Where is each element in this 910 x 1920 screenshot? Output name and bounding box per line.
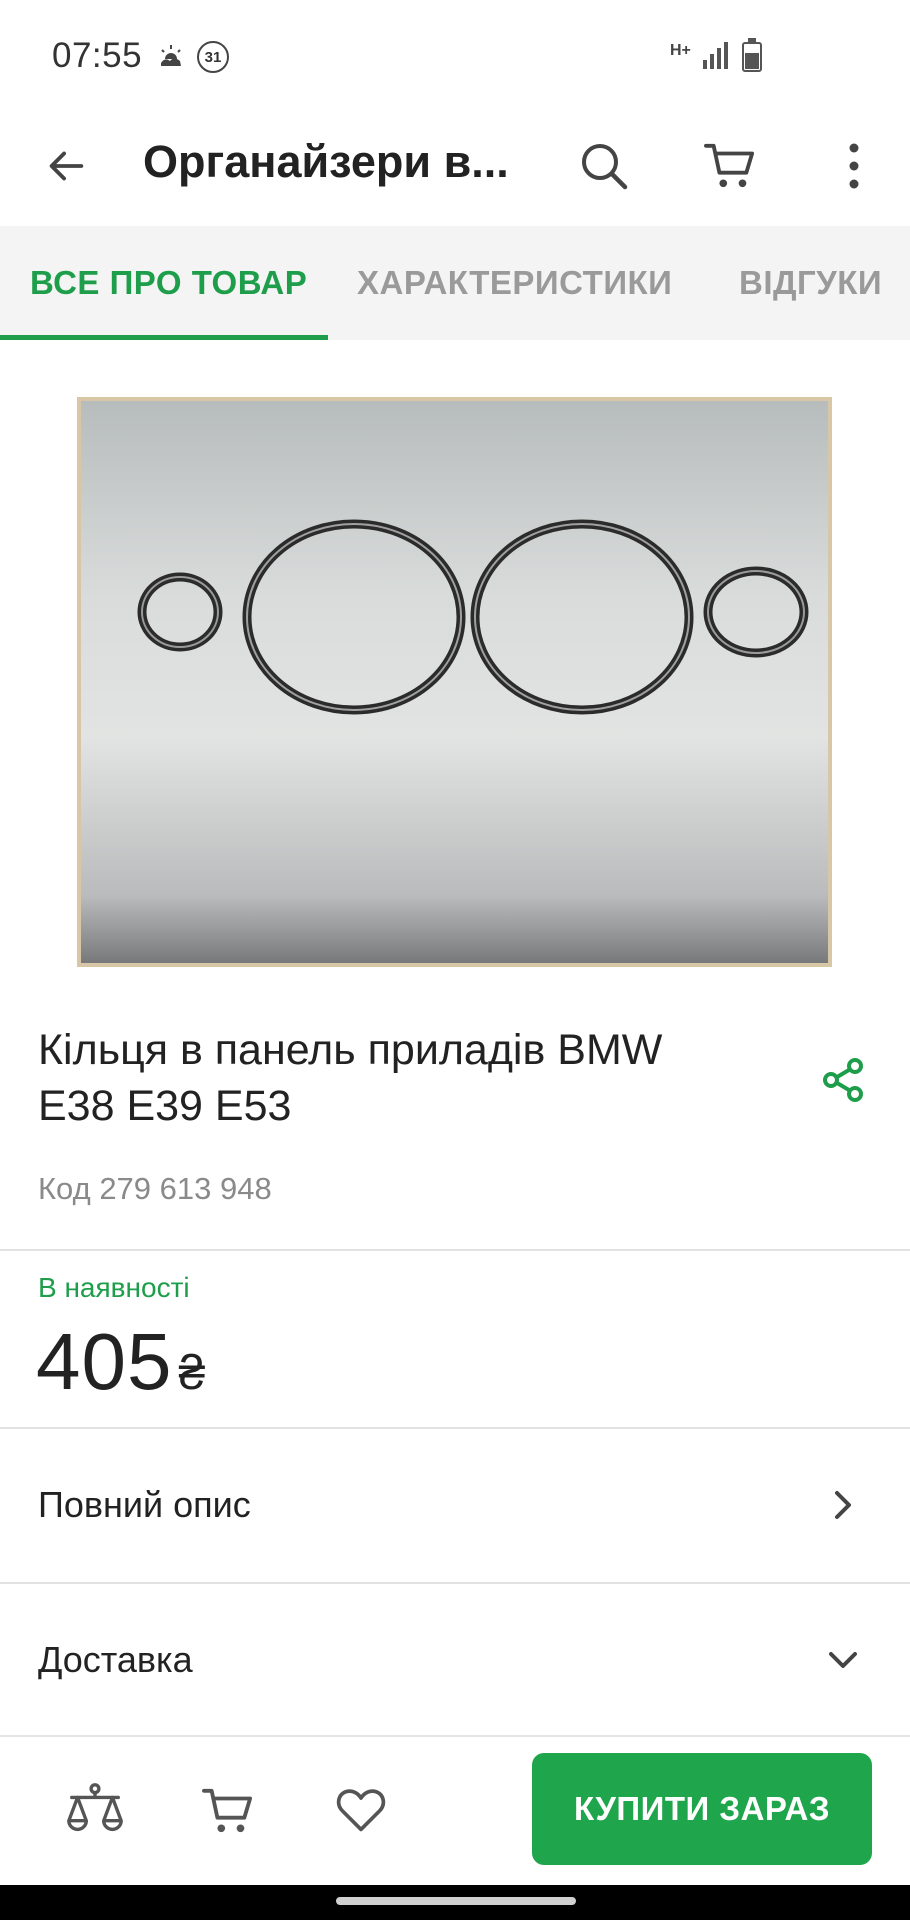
price-value: 405 <box>36 1317 173 1406</box>
compare-scales-icon <box>67 1783 123 1832</box>
product-code: Код 279 613 948 <box>38 1171 272 1206</box>
compare-button[interactable] <box>55 1771 135 1851</box>
tab-characteristics[interactable]: ХАРАКТЕРИСТИКИ <box>357 226 672 340</box>
share-icon <box>823 1058 863 1102</box>
cart-icon <box>202 1788 253 1833</box>
price: 405 ₴ <box>36 1316 206 1408</box>
active-tab-indicator <box>0 335 328 340</box>
tab-bar: ВСЕ ПРО ТОВАР ХАРАКТЕРИСТИКИ ВІДГУКИ <box>0 226 910 340</box>
search-button[interactable] <box>568 130 640 202</box>
signal-icon <box>703 40 729 75</box>
delivery-label: Доставка <box>38 1639 193 1680</box>
currency-symbol: ₴ <box>178 1347 207 1400</box>
tab-reviews[interactable]: ВІДГУКИ <box>739 226 882 340</box>
back-button[interactable] <box>30 130 102 202</box>
cart-icon <box>704 143 755 188</box>
buy-now-button[interactable]: КУПИТИ ЗАРАЗ <box>532 1753 872 1865</box>
divider <box>0 1249 910 1251</box>
full-description-label: Повний опис <box>38 1484 251 1525</box>
battery-icon <box>742 38 762 72</box>
bottom-action-bar: КУПИТИ ЗАРАЗ <box>0 1735 910 1885</box>
heart-icon <box>336 1789 386 1832</box>
full-description-row[interactable]: Повний опис <box>0 1429 910 1581</box>
arrow-left-icon <box>49 151 84 181</box>
share-button[interactable] <box>808 1050 878 1110</box>
more-vertical-icon <box>849 143 859 189</box>
more-options-button[interactable] <box>818 130 890 202</box>
stock-status: В наявності <box>38 1272 190 1303</box>
network-type-label: H+ <box>670 42 691 59</box>
product-title: Кільця в панель приладів BMW E38 E39 E53 <box>38 1026 663 1130</box>
chevron-down-icon <box>829 1652 857 1668</box>
app-bar: Органайзери в... <box>0 110 910 226</box>
tab-all-about-product[interactable]: ВСЕ ПРО ТОВАР <box>30 226 307 340</box>
home-indicator[interactable] <box>336 1897 576 1905</box>
wishlist-button[interactable] <box>321 1771 401 1851</box>
chevron-right-icon <box>835 1491 851 1519</box>
search-icon <box>582 144 628 190</box>
calendar-badge: 31 <box>197 41 229 73</box>
sunrise-cloud-icon <box>156 42 186 72</box>
cart-button[interactable] <box>694 130 766 202</box>
bottom-cart-button[interactable] <box>188 1771 268 1851</box>
product-image[interactable] <box>77 397 832 967</box>
status-bar: 07:55 31 H+ <box>0 0 910 110</box>
delivery-row[interactable]: Доставка <box>0 1584 910 1736</box>
page-title: Органайзери в... <box>143 136 509 187</box>
status-time: 07:55 <box>52 36 143 75</box>
